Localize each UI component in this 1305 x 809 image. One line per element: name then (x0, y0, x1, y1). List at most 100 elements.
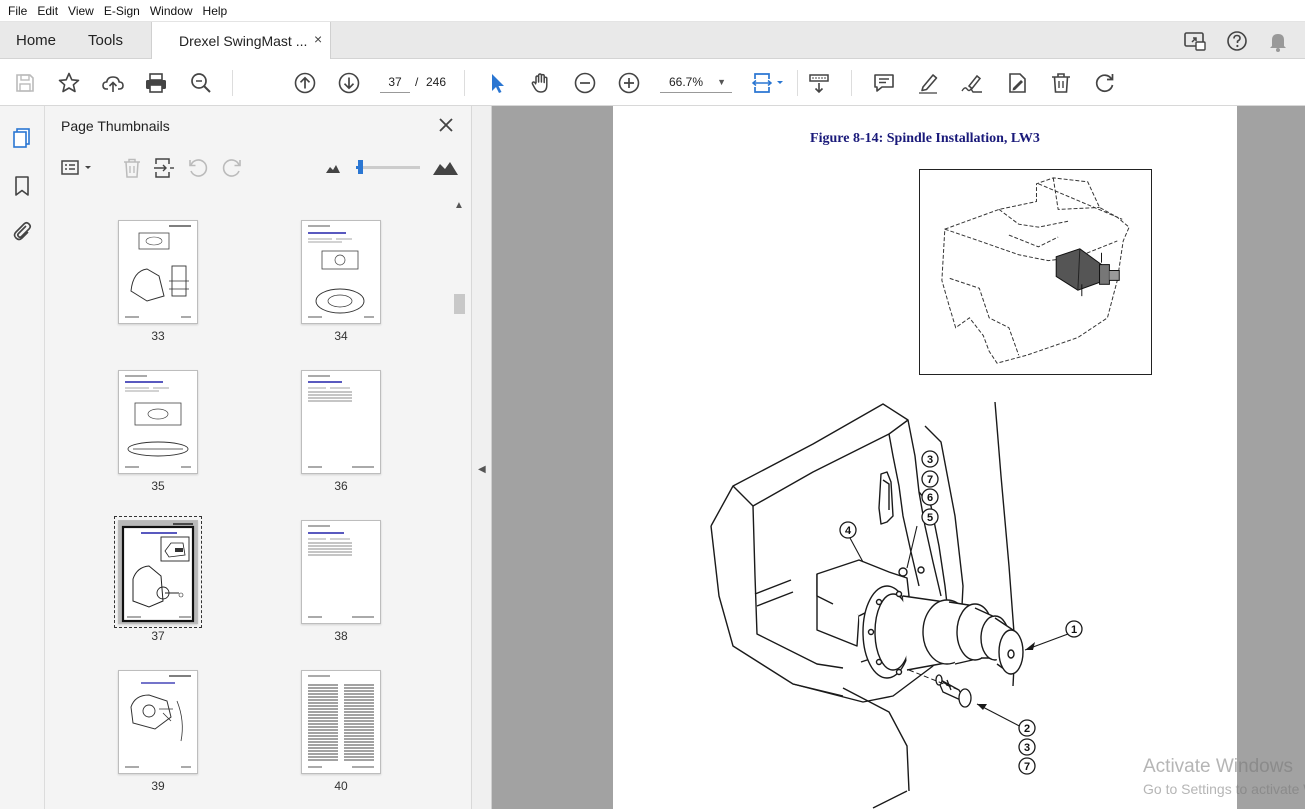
thumbnail-label-34: 34 (334, 329, 348, 343)
thumbnail-page-38[interactable] (301, 520, 381, 624)
thumbnail-label-38: 38 (334, 629, 348, 643)
delete-page-icon[interactable] (120, 156, 144, 180)
callout-3-lower: 3 (1024, 742, 1030, 754)
activate-windows-subtitle: Go to Settings to activate Windows. (1143, 781, 1305, 797)
thumbnail-page-35[interactable] (118, 370, 198, 474)
attachment-paperclip-icon[interactable] (10, 219, 34, 243)
thumbnail-label-37: 37 (151, 629, 165, 643)
upload-cloud-icon[interactable] (100, 70, 126, 96)
thumbnail-page-36[interactable] (301, 370, 381, 474)
scrollbar-thumb[interactable] (454, 294, 465, 314)
tab-close-icon[interactable]: × (314, 31, 322, 47)
rotate-clockwise-icon[interactable] (220, 156, 244, 180)
thumbnail-page-39[interactable] (118, 670, 198, 774)
figure-inset-overview (919, 169, 1152, 375)
page-thumbnails-icon[interactable] (10, 126, 34, 150)
callout-3: 3 (927, 454, 933, 466)
thumbnail-small-icon[interactable] (321, 156, 345, 180)
draw-sign-icon[interactable] (959, 70, 985, 96)
tab-row: Home Tools Drexel SwingMast ... × (0, 22, 1305, 59)
bookmark-star-icon[interactable] (56, 70, 82, 96)
find-zoom-icon[interactable] (188, 70, 214, 96)
share-screen-icon[interactable] (1182, 28, 1208, 54)
figure-title: Figure 8-14: Spindle Installation, LW3 (810, 131, 1040, 146)
panel-close-icon[interactable] (435, 114, 457, 136)
rotate-counterclockwise-icon[interactable] (186, 156, 210, 180)
menu-esign[interactable]: E-Sign (100, 4, 146, 18)
navigation-rail (0, 106, 45, 809)
zoom-level-select[interactable]: 66.7% ▼ (660, 71, 732, 93)
thumbnail-label-36: 36 (334, 479, 348, 493)
notification-bell-icon[interactable] (1265, 28, 1291, 54)
zoom-in-icon[interactable] (616, 70, 642, 96)
hand-tool-icon[interactable] (528, 70, 554, 96)
scroll-mode-icon[interactable] (806, 70, 832, 96)
thumbnail-page-34[interactable] (301, 220, 381, 324)
menu-window[interactable]: Window (146, 4, 199, 18)
callout-1: 1 (1071, 624, 1077, 636)
menu-file[interactable]: File (4, 4, 33, 18)
spindle-installation-drawing: 3 7 6 5 4 1 2 3 7 (710, 401, 1083, 809)
zoom-out-icon[interactable] (572, 70, 598, 96)
chevron-down-icon: ▼ (717, 77, 726, 87)
save-icon[interactable] (12, 70, 38, 96)
toolbar-divider (797, 70, 798, 96)
panel-collapse-handle[interactable]: ◀ (472, 106, 492, 809)
help-icon[interactable] (1224, 28, 1250, 54)
menu-view[interactable]: View (64, 4, 100, 18)
rotate-redo-icon[interactable] (1092, 70, 1118, 96)
previous-page-icon[interactable] (292, 70, 318, 96)
document-view[interactable]: Figure 8-14: Spindle Installation, LW3 3… (492, 106, 1305, 809)
overview-drawing (941, 177, 1130, 364)
thumbnail-large-icon[interactable] (431, 156, 459, 180)
insert-page-icon[interactable] (152, 156, 176, 180)
highlight-pen-icon[interactable] (915, 70, 941, 96)
tab-home[interactable]: Home (16, 32, 56, 49)
thumbnail-label-40: 40 (334, 779, 348, 793)
page-thumbnails-panel: Page Thumbnails ▲ 33 34 35 36 37 38 39 4… (45, 106, 472, 809)
edit-document-icon[interactable] (1004, 70, 1030, 96)
scroll-up-icon[interactable]: ▲ (454, 200, 464, 211)
callout-7-lower: 7 (1024, 761, 1030, 773)
tab-tools[interactable]: Tools (88, 32, 123, 49)
page-separator: / (415, 75, 419, 89)
select-cursor-icon[interactable] (484, 70, 510, 96)
panel-title: Page Thumbnails (61, 118, 170, 134)
zoom-level-value: 66.7% (669, 75, 704, 89)
delete-trash-icon[interactable] (1048, 70, 1074, 96)
next-page-icon[interactable] (336, 70, 362, 96)
toolbar-divider (464, 70, 465, 96)
tab-document[interactable]: Drexel SwingMast ... × (151, 22, 331, 59)
thumbnail-scrollbar[interactable]: ▲ (451, 198, 467, 809)
menu-help[interactable]: Help (199, 4, 234, 18)
callout-2: 2 (1024, 723, 1030, 735)
menu-edit[interactable]: Edit (33, 4, 64, 18)
tab-document-label: Drexel SwingMast ... (179, 33, 308, 49)
thumbnail-label-33: 33 (151, 329, 165, 343)
callout-6: 6 (927, 492, 933, 504)
main-toolbar: 37 / 246 66.7% ▼ (0, 60, 1305, 106)
toolbar-divider (851, 70, 852, 96)
thumbnail-page-40[interactable] (301, 670, 381, 774)
callout-5: 5 (927, 512, 933, 524)
callout-7: 7 (927, 474, 933, 486)
print-icon[interactable] (143, 70, 169, 96)
thumbnail-page-33[interactable] (118, 220, 198, 324)
callout-4: 4 (845, 525, 852, 537)
thumbnail-size-handle[interactable] (358, 160, 364, 174)
fit-page-icon[interactable] (750, 70, 790, 96)
toolbar-divider (232, 70, 233, 96)
comment-icon[interactable] (871, 70, 897, 96)
thumbnail-page-37[interactable] (114, 516, 202, 628)
collapse-left-icon[interactable]: ◀ (478, 464, 486, 475)
thumbnail-size-slider[interactable] (356, 160, 420, 174)
total-pages: 246 (426, 75, 447, 89)
document-page: Figure 8-14: Spindle Installation, LW3 3… (613, 106, 1237, 809)
thumbnail-options-icon[interactable] (60, 156, 96, 180)
page-number-input[interactable]: 37 (380, 71, 410, 93)
thumbnail-label-35: 35 (151, 479, 165, 493)
menu-bar: File Edit View E-Sign Window Help (0, 0, 1305, 22)
activate-windows-title: Activate Windows (1143, 756, 1293, 777)
thumbnail-label-39: 39 (151, 779, 165, 793)
bookmark-ribbon-icon[interactable] (10, 174, 34, 198)
